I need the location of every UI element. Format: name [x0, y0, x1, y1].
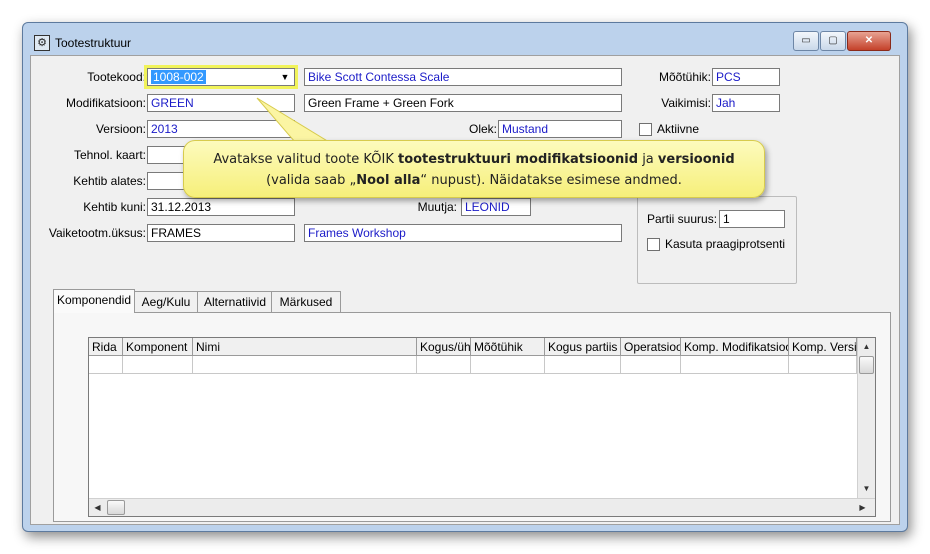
maximize-button[interactable]: ▢: [820, 31, 846, 51]
partii-suurus-label: Partii suurus:: [647, 212, 718, 226]
main-window: ⚙ Tootestruktuur ▭ ▢ ✕ Tootekood: 1008-0…: [22, 22, 908, 532]
vertical-scroll-thumb[interactable]: [859, 356, 874, 374]
tab-markused[interactable]: Märkused: [271, 291, 341, 312]
scroll-up-icon[interactable]: ▲: [859, 339, 874, 354]
kehtib-kuni-field[interactable]: 31.12.2013: [147, 198, 295, 216]
muutja-label: Muutja:: [417, 200, 457, 214]
mootuhik-field[interactable]: PCS: [712, 68, 780, 86]
horizontal-scroll-thumb[interactable]: [107, 500, 125, 515]
kasuta-praagiprotsenti-checkbox[interactable]: [647, 238, 660, 251]
kehtib-alates-label: Kehtib alates:: [73, 174, 146, 188]
grid-cell[interactable]: [417, 356, 471, 374]
vaikimisi-label: Vaikimisi:: [661, 96, 711, 110]
components-tab-panel: Rida Komponent Nimi Kogus/üh Mõõtühik Ko…: [53, 312, 891, 522]
tootekood-value: 1008-002: [151, 70, 206, 84]
callout-text: (valida saab „: [266, 173, 357, 188]
callout-text: Avatakse valitud toote KÕIK: [213, 152, 398, 167]
kasuta-praagiprotsenti-label: Kasuta praagiprotsenti: [665, 237, 786, 251]
components-grid[interactable]: Rida Komponent Nimi Kogus/üh Mõõtühik Ko…: [88, 337, 876, 517]
column-header-komp-versioon[interactable]: Komp. Versioon: [789, 338, 857, 356]
grid-cell[interactable]: [545, 356, 621, 374]
callout-bold-text: Nool alla: [356, 173, 421, 188]
kehtib-kuni-label: Kehtib kuni:: [83, 200, 146, 214]
grid-cell[interactable]: [123, 356, 193, 374]
tab-alternatiivid[interactable]: Alternatiivid: [197, 291, 273, 312]
olek-label: Olek:: [468, 122, 497, 136]
column-header-mootuhik[interactable]: Mõõtühik: [471, 338, 545, 356]
modifikatsioon-label: Modifikatsioon:: [65, 96, 146, 110]
vertical-scrollbar[interactable]: ▲ ▼: [857, 338, 875, 498]
grid-cell[interactable]: [471, 356, 545, 374]
tab-komponendid[interactable]: Komponendid: [53, 289, 135, 313]
column-header-komp-modifikatsioon[interactable]: Komp. Modifikatsioo: [681, 338, 789, 356]
column-header-komponent[interactable]: Komponent: [123, 338, 193, 356]
horizontal-scrollbar[interactable]: ◀ ▶: [89, 498, 875, 516]
column-header-rida[interactable]: Rida: [89, 338, 123, 356]
tootekood-label: Tootekood:: [87, 70, 146, 84]
scroll-right-icon[interactable]: ▶: [855, 500, 870, 515]
window-title: Tootestruktuur: [55, 36, 132, 50]
title-bar[interactable]: ⚙ Tootestruktuur ▭ ▢ ✕: [23, 23, 907, 53]
callout-bold-text: tootestruktuuri modifikatsioonid: [397, 152, 639, 167]
grid-cell[interactable]: [621, 356, 681, 374]
column-header-nimi[interactable]: Nimi: [193, 338, 417, 356]
minimize-button[interactable]: ▭: [793, 31, 819, 51]
grid-cell[interactable]: [681, 356, 789, 374]
tootekood-combo[interactable]: 1008-002 ▼: [144, 65, 298, 89]
chevron-down-icon[interactable]: ▼: [278, 70, 292, 84]
aktiivne-label: Aktiivne: [657, 122, 700, 136]
column-header-operatsioon[interactable]: Operatsioo: [621, 338, 681, 356]
tootekood-description[interactable]: Bike Scott Contessa Scale: [304, 68, 622, 86]
grid-cell[interactable]: [89, 356, 123, 374]
vaikimisi-field[interactable]: Jah: [712, 94, 780, 112]
close-button[interactable]: ✕: [847, 31, 891, 51]
olek-field[interactable]: Mustand: [498, 120, 622, 138]
muutja-field[interactable]: LEONID: [461, 198, 531, 216]
callout-pointer: [256, 97, 331, 143]
callout-bold-text: versioonid: [657, 152, 735, 167]
grid-cell[interactable]: [789, 356, 857, 374]
vaiketootm-uksus-label: Vaiketootm.üksus:: [48, 226, 146, 240]
scroll-left-icon[interactable]: ◀: [90, 500, 105, 515]
tehnol-kaart-label: Tehnol. kaart:: [73, 148, 146, 162]
versioon-label: Versioon:: [95, 122, 146, 136]
callout-line-1: Avatakse valitud toote KÕIK tootestruktu…: [184, 149, 764, 170]
aktiivne-checkbox[interactable]: [639, 123, 652, 136]
callout-line-2: (valida saab „Nool alla“ nupust). Näidat…: [184, 170, 764, 191]
vaiketootm-uksus-description[interactable]: Frames Workshop: [304, 224, 622, 242]
column-header-kogus-uh[interactable]: Kogus/üh: [417, 338, 471, 356]
column-header-kogus-partiis[interactable]: Kogus partiis: [545, 338, 621, 356]
tab-aeg-kulu[interactable]: Aeg/Kulu: [133, 291, 199, 312]
callout-text: “ nupust). Näidatakse esimese andmed.: [420, 173, 682, 188]
modifikatsioon-description[interactable]: Green Frame + Green Fork: [304, 94, 622, 112]
scroll-down-icon[interactable]: ▼: [859, 481, 874, 496]
vaiketootm-uksus-field[interactable]: FRAMES: [147, 224, 295, 242]
partii-suurus-field[interactable]: 1: [719, 210, 785, 228]
app-icon: ⚙: [34, 35, 50, 51]
callout-text: ja: [638, 152, 658, 167]
mootuhik-label: Mõõtühik:: [658, 70, 711, 84]
grid-cell[interactable]: [193, 356, 417, 374]
form-client-area: Tootekood: 1008-002 ▼ Bike Scott Contess…: [30, 55, 900, 525]
callout-balloon: Avatakse valitud toote KÕIK tootestruktu…: [183, 140, 765, 198]
